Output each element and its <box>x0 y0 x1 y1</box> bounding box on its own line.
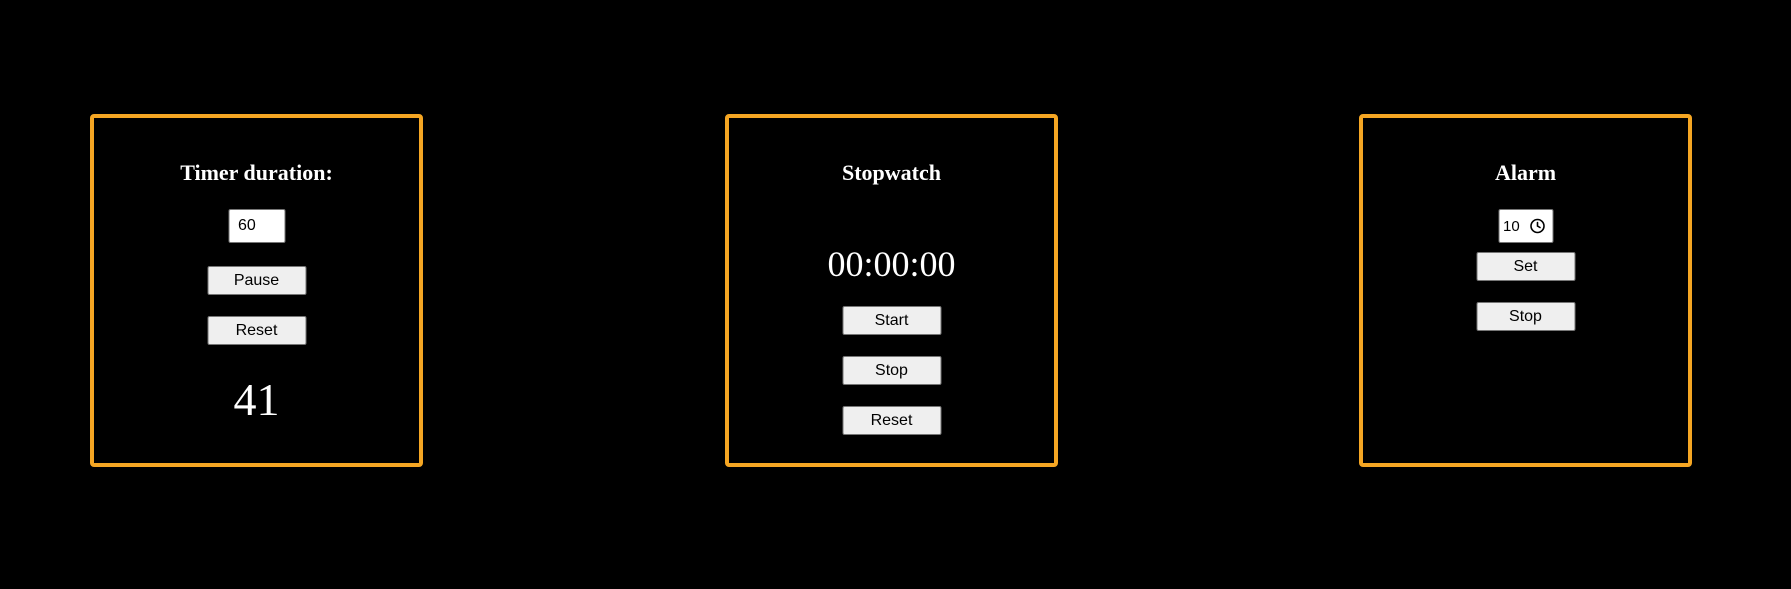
stopwatch-panel: Stopwatch 00:00:00 Start Stop Reset <box>725 114 1058 467</box>
stopwatch-heading: Stopwatch <box>841 160 941 185</box>
timer-duration-input[interactable] <box>228 209 285 243</box>
alarm-stop-button[interactable]: Stop <box>1476 302 1575 331</box>
alarm-set-button[interactable]: Set <box>1476 252 1575 281</box>
alarm-panel: Alarm 10 Set Stop <box>1359 114 1692 467</box>
timer-panel: Timer duration: Pause Reset 41 <box>90 114 423 467</box>
stopwatch-reset-button[interactable]: Reset <box>842 406 941 435</box>
stopwatch-display: 00:00:00 <box>827 244 956 284</box>
stopwatch-stop-button[interactable]: Stop <box>842 356 941 385</box>
timer-pause-button[interactable]: Pause <box>207 266 306 295</box>
alarm-time-value: 10 <box>1503 217 1520 235</box>
timer-reset-button[interactable]: Reset <box>207 316 306 345</box>
clock-icon[interactable] <box>1529 218 1545 234</box>
alarm-time-input[interactable]: 10 <box>1498 209 1553 243</box>
timer-heading: Timer duration: <box>180 160 333 185</box>
stopwatch-start-button[interactable]: Start <box>842 306 941 335</box>
alarm-heading: Alarm <box>1494 160 1557 185</box>
timer-remaining: 41 <box>233 374 280 425</box>
